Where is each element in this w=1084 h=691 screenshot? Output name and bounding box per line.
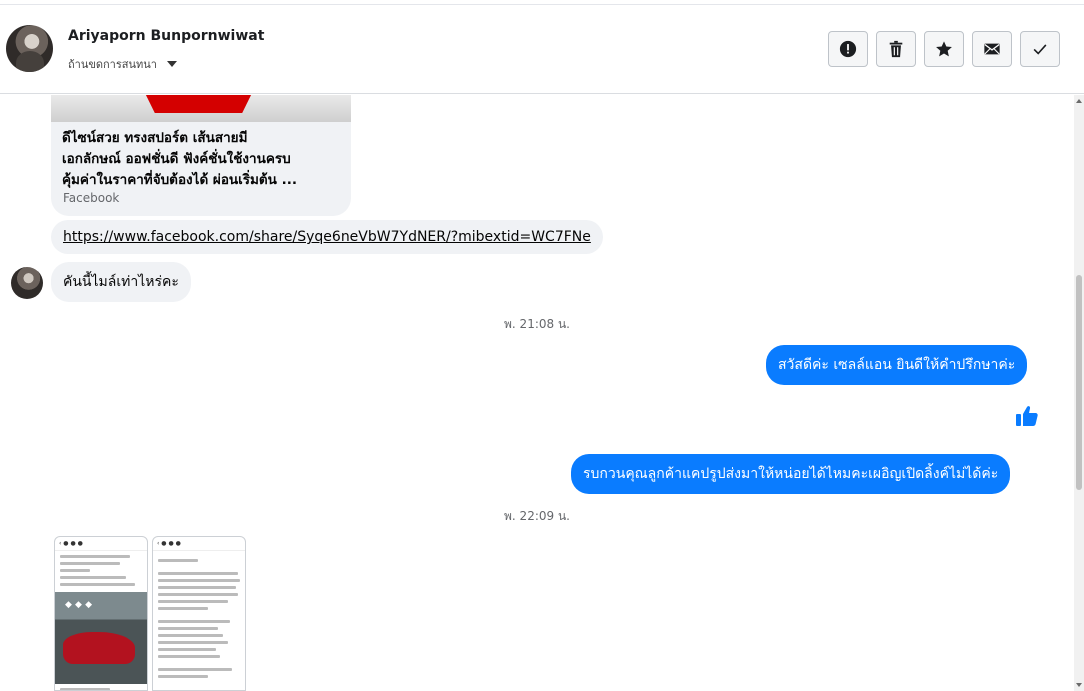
link-preview-card[interactable]: ดีไซน์สวย ทรงสปอร์ต เส้นสายมี เอกลักษณ์ … xyxy=(51,95,351,216)
header-actions xyxy=(828,31,1060,67)
link-preview-image xyxy=(51,95,351,122)
shared-link[interactable]: https://www.facebook.com/share/Syqe6neVb… xyxy=(63,229,591,245)
contact-avatar[interactable] xyxy=(6,25,53,72)
timestamp: พ. 22:09 น. xyxy=(504,509,570,523)
check-icon xyxy=(1033,44,1047,55)
thread-scrollbar[interactable] xyxy=(1074,95,1084,691)
outgoing-greeting-bubble: สวัสดีค่ะ เซลล์แอน ยินดีให้คำปรึกษาค่ะ xyxy=(766,345,1028,385)
outgoing-request-bubble: รบกวนคุณลูกค้าแคปรูปส่งมาให้หน่อยได้ไหมค… xyxy=(571,454,1011,494)
conversation-status-label: ถ้านขดการสนทนา xyxy=(68,58,157,71)
scrollbar-thumb[interactable] xyxy=(1076,275,1082,490)
report-button[interactable] xyxy=(828,31,868,67)
attached-screenshot-1[interactable]: ‹ ● ● ● ◆ ◆ ◆ xyxy=(54,536,148,691)
chevron-down-icon xyxy=(166,61,177,67)
mark-unread-button[interactable] xyxy=(972,31,1012,67)
link-preview-title: ดีไซน์สวย ทรงสปอร์ต เส้นสายมี เอกลักษณ์ … xyxy=(62,130,297,188)
sender-avatar[interactable] xyxy=(11,267,43,299)
timestamp: พ. 21:08 น. xyxy=(504,317,570,331)
incoming-question-bubble: คันนี้ไมล์เท่าไหร่คะ xyxy=(51,262,191,302)
envelope-icon xyxy=(984,43,1000,55)
delete-button[interactable] xyxy=(876,31,916,67)
message-thread[interactable]: ดีไซน์สวย ทรงสปอร์ต เส้นสายมี เอกลักษณ์ … xyxy=(0,95,1074,691)
star-button[interactable] xyxy=(924,31,964,67)
trash-icon xyxy=(889,40,903,58)
incoming-link-bubble: https://www.facebook.com/share/Syqe6neVb… xyxy=(51,220,603,254)
thumbs-up-icon xyxy=(1016,406,1038,426)
conversation-header: Ariyaporn Bunpornwiwat ถ้านขดการสนทนา xyxy=(0,5,1084,94)
link-preview-source: Facebook xyxy=(63,191,120,205)
star-icon xyxy=(936,41,952,57)
conversation-status-dropdown[interactable]: ถ้านขดการสนทนา xyxy=(68,55,177,73)
done-button[interactable] xyxy=(1020,31,1060,67)
exclamation-icon xyxy=(839,40,857,58)
car-photo: ◆ ◆ ◆ xyxy=(55,592,147,684)
contact-name[interactable]: Ariyaporn Bunpornwiwat xyxy=(68,28,264,44)
scroll-down-arrow-icon[interactable] xyxy=(1076,683,1082,687)
attached-screenshot-2[interactable]: ‹ ● ● ● xyxy=(152,536,246,691)
scroll-up-arrow-icon[interactable] xyxy=(1076,99,1082,103)
